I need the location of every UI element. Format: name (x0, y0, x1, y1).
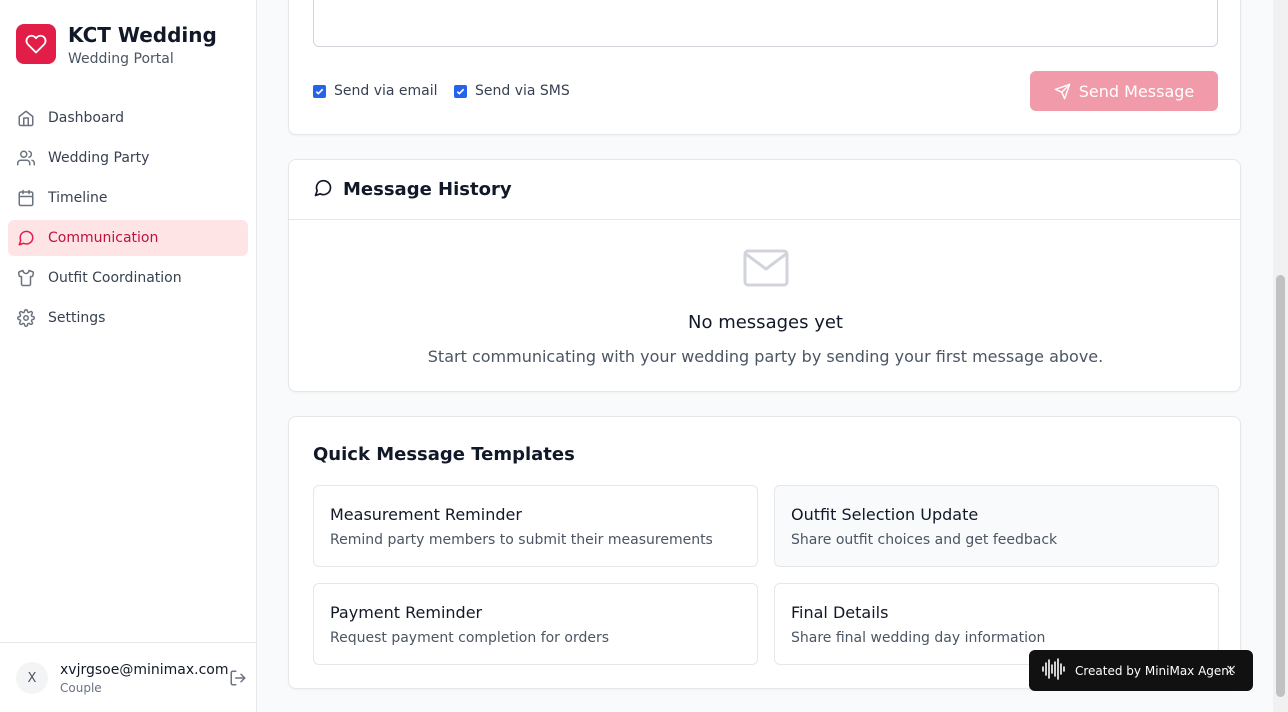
shirt-icon (16, 268, 36, 288)
sidebar: KCT Wedding Wedding Portal Dashboard Wed… (0, 0, 257, 712)
brand: KCT Wedding Wedding Portal (16, 24, 217, 67)
message-history-header: Message History (289, 160, 1240, 220)
logout-icon[interactable] (229, 669, 247, 687)
gear-icon (16, 308, 36, 328)
user-email: xvjrgsoe@minimax.com (60, 662, 229, 678)
sidebar-item-settings[interactable]: Settings (8, 300, 248, 336)
send-via-sms-label: Send via SMS (475, 83, 570, 99)
home-icon (16, 108, 36, 128)
mail-icon (743, 248, 789, 292)
brand-subtitle: Wedding Portal (68, 51, 174, 67)
sidebar-item-communication[interactable]: Communication (8, 220, 248, 256)
created-by-badge[interactable]: Created by MiniMax Agent × (1029, 650, 1253, 691)
template-name: Outfit Selection Update (791, 505, 979, 524)
template-measurement-reminder[interactable]: Measurement Reminder Remind party member… (313, 485, 758, 567)
sidebar-item-label: Settings (48, 310, 106, 326)
message-history-card: Message History No messages yet Start co… (288, 159, 1241, 392)
user-profile: X xvjrgsoe@minimax.com Couple (0, 642, 256, 712)
template-description: Request payment completion for orders (330, 630, 610, 646)
brand-title: KCT Wedding (68, 23, 217, 47)
badge-label: Created by MiniMax Agent (1075, 663, 1234, 678)
template-description: Remind party members to submit their mea… (330, 532, 713, 548)
page-scrollbar[interactable] (1273, 0, 1288, 712)
template-description: Share outfit choices and get feedback (791, 532, 1058, 548)
empty-state-title: No messages yet (688, 312, 843, 333)
message-history-title: Message History (343, 179, 512, 200)
template-description: Share final wedding day information (791, 630, 1046, 646)
compose-card: Send via email Send via SMS Send Message (288, 0, 1241, 135)
send-icon (1054, 83, 1071, 99)
message-circle-icon (313, 178, 333, 202)
sidebar-item-label: Timeline (48, 190, 108, 206)
empty-state-text: Start communicating with your wedding pa… (427, 347, 1104, 366)
sidebar-item-label: Communication (48, 230, 159, 246)
close-icon[interactable]: × (1225, 662, 1237, 678)
checkbox-checked-icon (454, 84, 467, 98)
send-via-sms-checkbox[interactable]: Send via SMS (454, 83, 570, 99)
quick-templates-card: Quick Message Templates Measurement Remi… (288, 416, 1241, 689)
sidebar-item-label: Wedding Party (48, 150, 150, 166)
sidebar-item-wedding-party[interactable]: Wedding Party (8, 140, 248, 176)
send-message-button[interactable]: Send Message (1030, 71, 1218, 111)
quick-templates-title: Quick Message Templates (313, 444, 575, 465)
template-name: Final Details (791, 603, 889, 622)
send-message-label: Send Message (1078, 81, 1195, 101)
sidebar-item-timeline[interactable]: Timeline (8, 180, 248, 216)
users-icon (16, 148, 36, 168)
send-via-email-checkbox[interactable]: Send via email (313, 83, 438, 99)
sidebar-item-outfit-coordination[interactable]: Outfit Coordination (8, 260, 248, 296)
message-circle-icon (16, 228, 36, 248)
template-name: Measurement Reminder (330, 505, 522, 524)
avatar: X (16, 662, 48, 694)
message-textarea[interactable] (313, 0, 1218, 47)
checkbox-checked-icon (313, 84, 326, 98)
sidebar-nav: Dashboard Wedding Party Timeline Communi… (8, 100, 248, 340)
template-outfit-selection-update[interactable]: Outfit Selection Update Share outfit cho… (774, 485, 1219, 567)
template-payment-reminder[interactable]: Payment Reminder Request payment complet… (313, 583, 758, 665)
template-name: Payment Reminder (330, 603, 483, 622)
sidebar-item-label: Outfit Coordination (48, 270, 182, 286)
sidebar-item-dashboard[interactable]: Dashboard (8, 100, 248, 136)
sidebar-item-label: Dashboard (48, 110, 124, 126)
heart-logo-icon (16, 24, 56, 64)
scrollbar-thumb[interactable] (1276, 275, 1285, 697)
calendar-icon (16, 188, 36, 208)
send-via-email-label: Send via email (334, 83, 438, 99)
user-role: Couple (60, 681, 102, 695)
sound-wave-icon (1041, 658, 1067, 683)
